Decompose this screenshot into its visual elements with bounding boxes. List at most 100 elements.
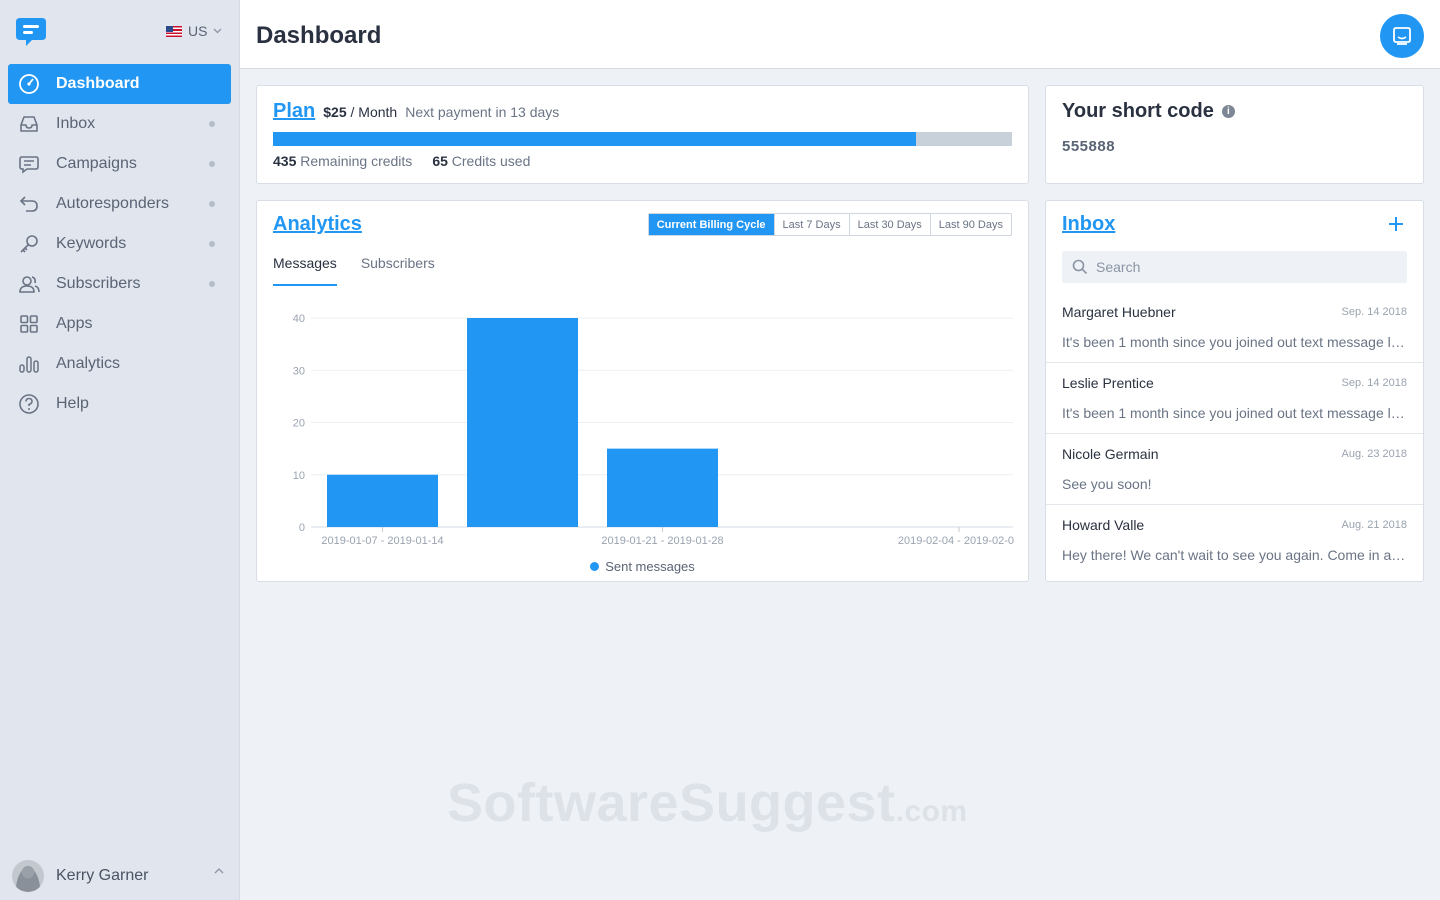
sidebar-item-label: Inbox: [56, 115, 96, 132]
apps-grid-icon: [18, 313, 40, 335]
sidebar-item-campaigns[interactable]: Campaigns: [8, 144, 231, 184]
chart-legend: Sent messages: [257, 559, 1028, 574]
list-item[interactable]: Howard Valle Aug. 21 2018 Hey there! We …: [1046, 505, 1423, 576]
range-last-30-days[interactable]: Last 30 Days: [848, 214, 930, 235]
short-code-title-text: Your short code: [1062, 100, 1214, 122]
x-tick-label: 2019-01-21 - 2019-01-28: [601, 535, 723, 547]
legend-label: Sent messages: [605, 559, 695, 574]
sidebar-item-subscribers[interactable]: Subscribers: [8, 264, 231, 304]
range-current-billing-cycle[interactable]: Current Billing Cycle: [648, 214, 774, 235]
status-dot: [209, 161, 215, 167]
us-flag-icon: [166, 25, 182, 37]
x-tick-label: 2019-01-07 - 2019-01-14: [321, 535, 443, 547]
list-item[interactable]: Margaret Huebner Sep. 14 2018 It's been …: [1046, 292, 1423, 363]
plan-title-link[interactable]: Plan: [273, 100, 315, 123]
remaining-credits-label: Remaining credits: [300, 153, 413, 169]
date-range-selector: Current Billing Cycle Last 7 Days Last 3…: [647, 213, 1012, 236]
range-last-90-days[interactable]: Last 90 Days: [929, 214, 1011, 235]
plan-price: $25 / Month: [323, 104, 397, 120]
page-title: Dashboard: [256, 22, 382, 49]
tab-messages[interactable]: Messages: [273, 255, 337, 286]
inbox-icon: [18, 113, 40, 135]
top-header: Dashboard: [240, 0, 1440, 69]
status-dot: [209, 241, 215, 247]
sidebar-item-label: Apps: [56, 315, 93, 332]
sidebar-item-label: Dashboard: [56, 75, 140, 92]
analytics-bars-icon: [18, 353, 40, 375]
inbox-title-link[interactable]: Inbox: [1062, 213, 1115, 236]
plus-icon[interactable]: [1387, 215, 1405, 233]
sidebar-item-help[interactable]: Help: [8, 384, 231, 424]
analytics-title-link[interactable]: Analytics: [273, 213, 362, 236]
range-last-7-days[interactable]: Last 7 Days: [773, 214, 849, 235]
legend-swatch: [590, 562, 600, 571]
locale-label: US: [188, 23, 208, 39]
remaining-credits-value: 435: [273, 153, 297, 169]
inbox-search: [1062, 251, 1407, 283]
key-icon: [18, 233, 40, 255]
sidebar-item-apps[interactable]: Apps: [8, 304, 231, 344]
dashboard-icon: [18, 73, 40, 95]
chevron-down-icon: [213, 28, 222, 34]
analytics-tabs: Messages Subscribers: [273, 255, 435, 286]
campaigns-icon: [18, 153, 40, 175]
y-tick-label: 40: [293, 313, 305, 325]
sidebar-item-label: Help: [56, 395, 89, 412]
message-date: Sep. 14 2018: [1341, 306, 1407, 318]
message-preview: It's been 1 month since you joined out t…: [1062, 334, 1407, 350]
chevron-up-icon: [214, 868, 224, 874]
watermark: SoftwareSuggest.com: [447, 772, 968, 834]
sidebar-item-dashboard[interactable]: Dashboard: [8, 64, 231, 104]
sidebar-nav: Dashboard Inbox Campaigns Autoresponders: [8, 64, 231, 424]
chart-bar: [467, 318, 578, 527]
chat-button[interactable]: [1380, 14, 1424, 58]
used-credits-label: Credits used: [451, 153, 531, 169]
credits-progress-bar: [273, 132, 1012, 146]
list-item[interactable]: Leslie Prentice Sep. 14 2018 It's been 1…: [1046, 363, 1423, 434]
user-menu[interactable]: Kerry Garner: [12, 860, 228, 892]
remaining-credits: 435 Remaining credits: [273, 153, 412, 169]
credits-progress-fill: [273, 132, 916, 146]
status-dot: [209, 201, 215, 207]
chat-icon: [1393, 27, 1411, 45]
next-payment: Next payment in 13 days: [405, 104, 560, 120]
short-code-title: Your short code i: [1062, 100, 1235, 123]
used-credits-value: 65: [432, 153, 448, 169]
tab-subscribers[interactable]: Subscribers: [361, 255, 435, 286]
message-preview: See you soon!: [1062, 476, 1152, 492]
used-credits: 65 Credits used: [432, 153, 530, 169]
credits-summary: 435 Remaining credits 65 Credits used: [273, 153, 530, 169]
list-item[interactable]: Nicole Germain Aug. 23 2018 See you soon…: [1046, 434, 1423, 505]
y-tick-label: 10: [293, 470, 305, 482]
short-code-card: Your short code i 555888: [1045, 85, 1424, 184]
user-name: Kerry Garner: [56, 867, 149, 884]
inbox-card: Inbox Margaret Huebner Sep. 14 2018 It's…: [1045, 200, 1424, 582]
chart-bar: [607, 448, 718, 527]
message-date: Aug. 21 2018: [1341, 519, 1407, 531]
locale-selector[interactable]: US: [166, 23, 222, 39]
sidebar-item-analytics[interactable]: Analytics: [8, 344, 231, 384]
analytics-card: Analytics Current Billing Cycle Last 7 D…: [256, 200, 1029, 582]
sidebar-item-label: Keywords: [56, 235, 127, 252]
info-icon[interactable]: i: [1221, 105, 1235, 118]
avatar: [12, 860, 44, 892]
sidebar-item-keywords[interactable]: Keywords: [8, 224, 231, 264]
subscribers-icon: [18, 273, 40, 295]
sidebar-item-label: Autoresponders: [56, 195, 169, 212]
sidebar-item-inbox[interactable]: Inbox: [8, 104, 231, 144]
plan-card: Plan $25 / Month Next payment in 13 days…: [256, 85, 1029, 184]
plan-price-amount: $25: [323, 104, 347, 120]
search-input[interactable]: [1096, 259, 1396, 275]
sidebar-item-label: Campaigns: [56, 155, 137, 172]
message-list: Margaret Huebner Sep. 14 2018 It's been …: [1046, 292, 1423, 576]
search-icon: [1072, 259, 1088, 275]
watermark-suffix: .com: [895, 795, 968, 828]
status-dot: [209, 281, 215, 287]
app-logo-icon[interactable]: [14, 14, 48, 48]
plan-header: Plan $25 / Month Next payment in 13 days: [273, 100, 559, 123]
sidebar-item-label: Analytics: [56, 355, 121, 372]
message-date: Aug. 23 2018: [1341, 448, 1407, 460]
y-tick-label: 20: [293, 418, 305, 430]
message-preview: Hey there! We can't wait to see you agai…: [1062, 547, 1407, 563]
sidebar-item-autoresponders[interactable]: Autoresponders: [8, 184, 231, 224]
